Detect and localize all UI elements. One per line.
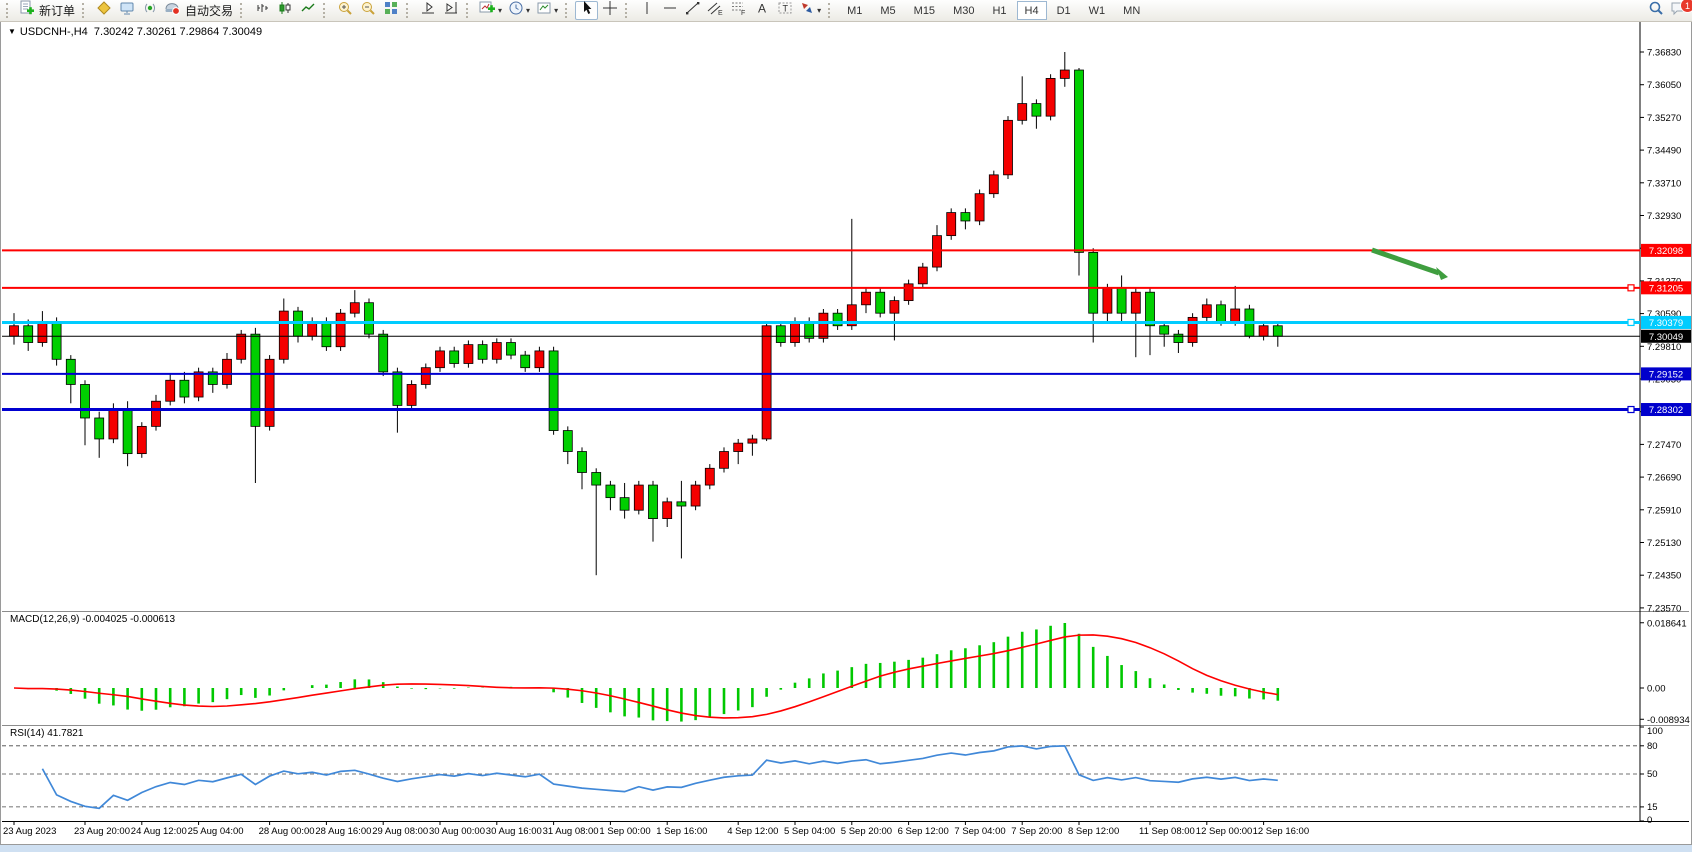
arrows-tool-button[interactable]: ▾ bbox=[796, 1, 824, 20]
signal-icon bbox=[142, 0, 158, 21]
zoom-in-icon bbox=[337, 0, 353, 21]
timeframe-group: M1M5M15M30H1H4D1W1MN bbox=[838, 1, 1149, 20]
candlestick-chart-button[interactable] bbox=[273, 1, 296, 20]
toolbar-grip bbox=[828, 3, 835, 18]
toolbar-grip bbox=[565, 3, 572, 18]
monitor-icon bbox=[119, 0, 135, 21]
zoom-out-button[interactable] bbox=[356, 1, 379, 20]
text-label-icon: T bbox=[777, 0, 793, 21]
timeframe-M30[interactable]: M30 bbox=[945, 1, 982, 20]
status-band bbox=[0, 845, 1692, 852]
search-button[interactable] bbox=[1644, 1, 1667, 20]
market-watch-button[interactable] bbox=[115, 1, 138, 20]
timeframe-M15[interactable]: M15 bbox=[906, 1, 943, 20]
add-indicator-button[interactable]: ▾ bbox=[476, 1, 505, 20]
new-order-icon bbox=[19, 0, 35, 21]
svg-text:T: T bbox=[782, 4, 788, 14]
candlestick-chart-icon bbox=[277, 0, 293, 21]
toolbar-grip bbox=[6, 3, 13, 18]
macd-indicator-label: MACD(12,26,9) -0.004025 -0.000613 bbox=[10, 614, 175, 625]
bar-chart-icon bbox=[254, 0, 270, 21]
svg-text:A: A bbox=[758, 2, 766, 16]
line-chart-button[interactable] bbox=[296, 1, 319, 20]
crosshair-tool-button[interactable] bbox=[598, 1, 621, 20]
chart-title-symbol: USDCNH-,H4 bbox=[20, 26, 88, 38]
text-icon: A bbox=[754, 0, 770, 21]
new-order-label: 新订单 bbox=[39, 2, 75, 19]
trendline-tool-button[interactable] bbox=[681, 1, 704, 20]
clock-icon bbox=[508, 0, 524, 21]
timeframe-M5[interactable]: M5 bbox=[872, 1, 903, 20]
timeframe-M1[interactable]: M1 bbox=[839, 1, 870, 20]
dropdown-caret-icon: ▾ bbox=[817, 6, 821, 15]
zoom-in-button[interactable] bbox=[333, 1, 356, 20]
notification-badge: 1 bbox=[1680, 0, 1692, 13]
horizontal-line-icon bbox=[662, 0, 678, 21]
gold-diamond-icon bbox=[96, 0, 112, 21]
search-icon bbox=[1648, 0, 1664, 21]
chart-shift-button[interactable] bbox=[439, 1, 462, 20]
horizontal-line-tool-button[interactable] bbox=[658, 1, 681, 20]
bar-chart-button[interactable] bbox=[250, 1, 273, 20]
arrows-icon bbox=[799, 0, 815, 21]
toolbar-grip bbox=[323, 3, 330, 18]
auto-trading-button[interactable]: 自动交易 bbox=[161, 1, 236, 20]
cursor-icon bbox=[579, 0, 595, 21]
new-order-button[interactable]: 新订单 bbox=[16, 1, 78, 20]
crosshair-icon bbox=[602, 0, 618, 21]
fibonacci-tool-button[interactable]: F bbox=[727, 1, 750, 20]
templates-button[interactable]: ▾ bbox=[533, 1, 561, 20]
auto-scroll-icon bbox=[420, 0, 436, 21]
dropdown-caret-icon: ▾ bbox=[498, 6, 502, 15]
main-toolbar: 新订单 自动交易 ▾ ▾ ▾ E F A T ▾ M1M5M15M30H1H4D… bbox=[0, 0, 1692, 22]
zoom-out-icon bbox=[360, 0, 376, 21]
periods-button[interactable]: ▾ bbox=[505, 1, 533, 20]
notifications-button[interactable]: 1 bbox=[1667, 1, 1690, 20]
tile-windows-button[interactable] bbox=[379, 1, 402, 20]
vertical-line-icon bbox=[639, 0, 655, 21]
dropdown-caret-icon: ▾ bbox=[526, 6, 530, 15]
timeframe-H1[interactable]: H1 bbox=[984, 1, 1014, 20]
trendline-icon bbox=[685, 0, 701, 21]
svg-text:E: E bbox=[718, 10, 723, 16]
styles-button[interactable] bbox=[92, 1, 115, 20]
chart-shift-icon bbox=[443, 0, 459, 21]
line-chart-icon bbox=[300, 0, 316, 21]
timeframe-MN[interactable]: MN bbox=[1115, 1, 1148, 20]
toolbar-grip bbox=[625, 3, 632, 18]
template-icon bbox=[536, 0, 552, 21]
cursor-tool-button[interactable] bbox=[575, 1, 598, 20]
svg-text:F: F bbox=[741, 10, 745, 16]
channel-icon: E bbox=[707, 0, 724, 21]
rsi-indicator-label: RSI(14) 41.7821 bbox=[10, 728, 83, 739]
toolbar-grip bbox=[406, 3, 413, 18]
timeframe-W1[interactable]: W1 bbox=[1081, 1, 1114, 20]
tile-windows-icon bbox=[383, 0, 399, 21]
toolbar-grip bbox=[82, 3, 89, 18]
timeframe-D1[interactable]: D1 bbox=[1049, 1, 1079, 20]
text-label-tool-button[interactable]: T bbox=[773, 1, 796, 20]
text-tool-button[interactable]: A bbox=[750, 1, 773, 20]
chart-title-ohlc: 7.30242 7.30261 7.29864 7.30049 bbox=[94, 26, 262, 38]
fibonacci-icon: F bbox=[730, 0, 747, 21]
chart-objects-toggle-icon[interactable]: ▼ bbox=[8, 27, 16, 36]
chart-title: ▼ USDCNH-,H4 7.30242 7.30261 7.29864 7.30… bbox=[8, 26, 262, 38]
auto-scroll-button[interactable] bbox=[416, 1, 439, 20]
dropdown-caret-icon: ▾ bbox=[554, 6, 558, 15]
vertical-line-tool-button[interactable] bbox=[635, 1, 658, 20]
equidistant-channel-tool-button[interactable]: E bbox=[704, 1, 727, 20]
toolbar-grip bbox=[466, 3, 473, 18]
toolbar-grip bbox=[240, 3, 247, 18]
add-indicator-icon bbox=[479, 0, 496, 21]
timeframe-H4[interactable]: H4 bbox=[1017, 1, 1047, 20]
signals-button[interactable] bbox=[138, 1, 161, 20]
auto-trading-label: 自动交易 bbox=[185, 2, 233, 19]
auto-trading-icon bbox=[164, 0, 181, 21]
chart-window[interactable] bbox=[0, 21, 1692, 845]
